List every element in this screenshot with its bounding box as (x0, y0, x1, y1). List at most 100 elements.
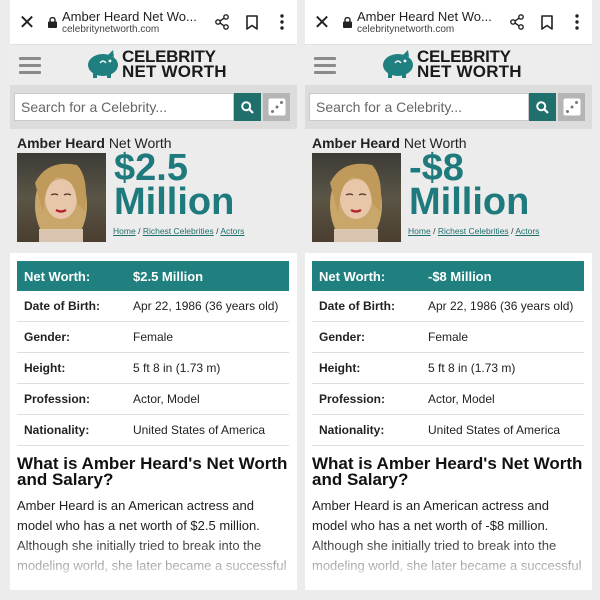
lock-icon[interactable] (341, 16, 353, 28)
phone-pane-left: ✕ Amber Heard Net Wo... celebritynetwort… (10, 0, 297, 590)
table-row: Profession: Actor, Model (312, 383, 584, 415)
fact-label: Date of Birth: (312, 291, 421, 322)
search-button[interactable] (234, 93, 261, 121)
phone-pane-right: ✕ Amber Heard Net Wo... celebritynetwort… (305, 0, 592, 590)
breadcrumb: Home / Richest Celebrities / Actors (408, 226, 540, 236)
logo-line2: NET WORTH (122, 62, 227, 81)
fact-value: Female (421, 321, 584, 353)
url-domain: celebritynetworth.com (62, 24, 160, 35)
celebrity-hero: Amber Heard Net Worth -$8 Million Home /… (305, 129, 592, 253)
url-text[interactable]: Amber Heard Net Wo... celebritynetworth.… (357, 9, 502, 35)
celebrity-hero: Amber Heard Net Worth $2.5 Million Home … (10, 129, 297, 253)
fact-value: United States of America (421, 414, 584, 446)
lock-icon[interactable] (46, 16, 58, 28)
site-header: CELEBRITY NET WORTH (305, 45, 592, 85)
search-input[interactable]: Search for a Celebrity... (309, 93, 529, 121)
article-heading: What is Amber Heard's Net Worth and Sala… (17, 454, 288, 489)
article-heading: What is Amber Heard's Net Worth and Sala… (312, 454, 583, 489)
search-row: Search for a Celebrity... (10, 85, 297, 129)
fact-value: Apr 22, 1986 (36 years old) (421, 291, 584, 322)
page-tab-title: Amber Heard Net Wo... (62, 9, 197, 24)
table-row: Nationality: United States of America (17, 414, 289, 446)
search-row: Search for a Celebrity... (305, 85, 592, 129)
table-row: Nationality: United States of America (312, 414, 584, 446)
networth-value: $2.5 Million (126, 261, 289, 291)
fact-label: Nationality: (17, 414, 126, 446)
celebrity-name: Amber Heard (17, 135, 105, 151)
search-icon (536, 100, 549, 114)
fact-value: Apr 22, 1986 (36 years old) (126, 291, 289, 322)
bookmark-icon[interactable] (532, 14, 562, 30)
pig-logo-icon (383, 50, 413, 78)
logo-text: CELEBRITY NET WORTH (122, 48, 227, 81)
celebrity-name: Amber Heard (312, 135, 400, 151)
table-row: Height: 5 ft 8 in (1.73 m) (17, 352, 289, 384)
dice-icon (563, 98, 580, 116)
fact-label: Height: (17, 352, 126, 384)
networth-label: Net Worth: (17, 261, 126, 291)
url-text[interactable]: Amber Heard Net Wo... celebritynetworth.… (62, 9, 207, 35)
close-icon[interactable]: ✕ (309, 10, 335, 35)
logo-line2: NET WORTH (417, 62, 522, 81)
random-celebrity-button[interactable] (558, 93, 585, 121)
fact-label: Date of Birth: (17, 291, 126, 322)
browser-url-bar: ✕ Amber Heard Net Wo... celebritynetwort… (10, 0, 297, 45)
fact-label: Gender: (17, 321, 126, 353)
site-header: CELEBRITY NET WORTH (10, 45, 297, 85)
page-tab-title: Amber Heard Net Wo... (357, 9, 492, 24)
breadcrumb-home[interactable]: Home (113, 226, 136, 236)
networth-headline: -$8 Million (409, 149, 530, 223)
celebrity-photo (17, 153, 106, 242)
site-logo[interactable]: CELEBRITY NET WORTH (381, 48, 522, 81)
facts-table: Net Worth: -$8 Million Date of Birth: Apr… (312, 261, 584, 446)
networth-value: -$8 Million (421, 261, 584, 291)
breadcrumb-actors[interactable]: Actors (220, 226, 244, 236)
networth-row: Net Worth: -$8 Million (312, 261, 584, 291)
fact-label: Profession: (312, 383, 421, 415)
fact-label: Gender: (312, 321, 421, 353)
networth-label: Net Worth: (312, 261, 421, 291)
random-celebrity-button[interactable] (263, 93, 290, 121)
networth-unit: Million (114, 181, 235, 223)
site-logo[interactable]: CELEBRITY NET WORTH (86, 48, 227, 81)
networth-unit: Million (409, 181, 530, 223)
networth-headline: $2.5 Million (114, 147, 235, 223)
table-row: Height: 5 ft 8 in (1.73 m) (312, 352, 584, 384)
fact-value: Actor, Model (126, 383, 289, 415)
fact-value: Female (126, 321, 289, 353)
fact-value: Actor, Model (421, 383, 584, 415)
search-icon (241, 100, 254, 114)
dice-icon (268, 98, 285, 116)
content-fade (10, 538, 297, 590)
content-fade (305, 538, 592, 590)
table-row: Date of Birth: Apr 22, 1986 (36 years old… (17, 291, 289, 322)
breadcrumb: Home / Richest Celebrities / Actors (113, 226, 245, 236)
hamburger-icon[interactable] (19, 53, 41, 78)
breadcrumb-richest[interactable]: Richest Celebrities (438, 226, 509, 236)
facts-table: Net Worth: $2.5 Million Date of Birth: Ap… (17, 261, 289, 446)
logo-text: CELEBRITY NET WORTH (417, 48, 522, 81)
share-icon[interactable] (207, 14, 237, 30)
url-domain: celebritynetworth.com (357, 24, 455, 35)
fact-value: 5 ft 8 in (1.73 m) (126, 352, 289, 384)
table-row: Gender: Female (17, 321, 289, 353)
more-icon[interactable] (267, 14, 297, 30)
breadcrumb-richest[interactable]: Richest Celebrities (143, 226, 214, 236)
more-icon[interactable] (562, 14, 592, 30)
search-input[interactable]: Search for a Celebrity... (14, 93, 234, 121)
table-row: Profession: Actor, Model (17, 383, 289, 415)
close-icon[interactable]: ✕ (14, 10, 40, 35)
pig-logo-icon (88, 50, 118, 78)
breadcrumb-actors[interactable]: Actors (515, 226, 539, 236)
networth-row: Net Worth: $2.5 Million (17, 261, 289, 291)
fact-label: Nationality: (312, 414, 421, 446)
networth-amount: $2.5 (114, 147, 188, 189)
breadcrumb-home[interactable]: Home (408, 226, 431, 236)
hamburger-icon[interactable] (314, 53, 336, 78)
fact-label: Profession: (17, 383, 126, 415)
bookmark-icon[interactable] (237, 14, 267, 30)
celebrity-photo (312, 153, 401, 242)
search-button[interactable] (529, 93, 556, 121)
browser-url-bar: ✕ Amber Heard Net Wo... celebritynetwort… (305, 0, 592, 45)
share-icon[interactable] (502, 14, 532, 30)
